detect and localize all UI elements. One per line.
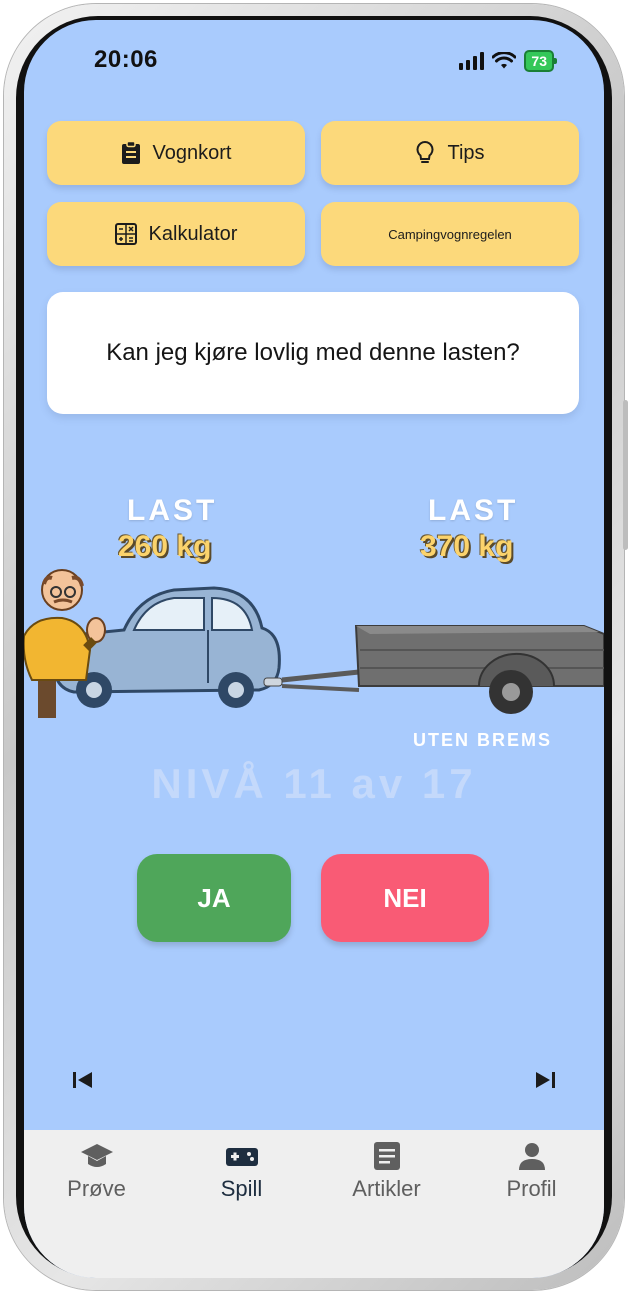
tips-label: Tips — [447, 141, 485, 164]
app-screen: 20:06 73 Vognkort Tips Kalkulator Campin… — [24, 20, 604, 1278]
status-icons: 73 — [459, 50, 557, 72]
trailer-image — [281, 625, 604, 714]
tab-artikler-label: Artikler — [352, 1176, 421, 1201]
brake-note: UTEN BREMS — [412, 730, 552, 750]
previous-icon[interactable] — [72, 1070, 94, 1090]
lightbulb-icon — [415, 140, 435, 166]
tips-button[interactable]: Tips — [321, 121, 579, 185]
campingvognregelen-button[interactable]: Campingvognregelen — [321, 202, 579, 266]
tab-profil[interactable]: Profil — [459, 1142, 604, 1278]
battery-indicator: 73 — [524, 50, 557, 72]
car-load-value: 260 kg — [118, 530, 212, 563]
tab-spill[interactable]: Spill — [169, 1142, 314, 1278]
calculator-icon — [114, 223, 137, 245]
gamepad-icon — [225, 1148, 258, 1166]
clipboard-icon — [121, 141, 141, 165]
article-icon — [373, 1142, 400, 1170]
level-indicator: NIVÅ 11 av 17 — [151, 760, 477, 807]
signal-icon — [459, 52, 485, 70]
tab-profil-label: Profil — [506, 1176, 557, 1201]
campingvognregelen-label: Campingvognregelen — [388, 226, 512, 242]
wifi-icon — [492, 52, 517, 69]
tab-prove-label: Prøve — [67, 1176, 126, 1201]
kalkulator-button[interactable]: Kalkulator — [47, 202, 305, 266]
yes-button[interactable]: JA — [137, 854, 291, 942]
side-button — [623, 400, 628, 550]
car-trailer-illustration — [24, 569, 604, 718]
tab-bar: Prøve Spill Artikler Profil — [24, 1130, 604, 1278]
vognkort-label: Vognkort — [152, 141, 232, 164]
trailer-load-value: 370 kg — [420, 530, 514, 563]
graduation-cap-icon — [80, 1144, 113, 1167]
person-icon — [518, 1143, 545, 1170]
vognkort-button[interactable]: Vognkort — [47, 121, 305, 185]
no-button[interactable]: NEI — [321, 854, 489, 942]
trailer-load-label: LAST — [428, 494, 519, 527]
kalkulator-label: Kalkulator — [148, 222, 238, 245]
car-load-label: LAST — [127, 494, 218, 527]
next-icon[interactable] — [534, 1070, 556, 1090]
tab-prove[interactable]: Prøve — [24, 1142, 169, 1278]
tab-spill-label: Spill — [220, 1176, 263, 1201]
status-time: 20:06 — [94, 46, 158, 73]
question-card: Kan jeg kjøre lovlig med denne lasten? — [47, 292, 579, 414]
tab-artikler[interactable]: Artikler — [314, 1142, 459, 1278]
